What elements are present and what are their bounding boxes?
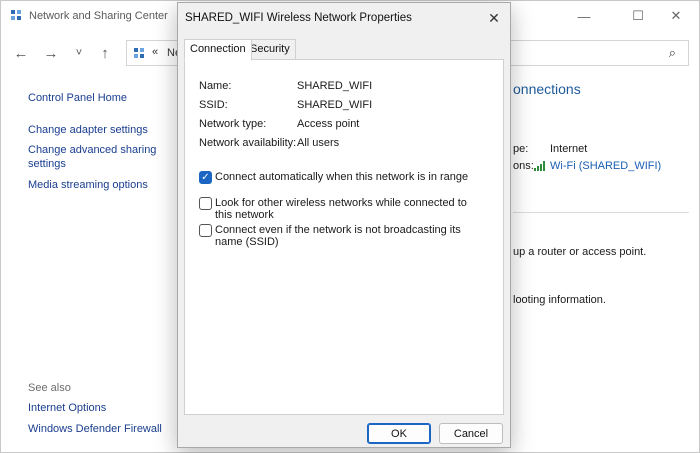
troubleshoot-text[interactable]: looting information. [513,294,606,306]
close-icon: ✕ [670,8,682,23]
tab-security[interactable]: Security [244,39,296,60]
arrow-up-icon: ↑ [101,44,109,62]
ssid-label: SSID: [199,99,228,111]
connect-even-if-hidden-label: Connect even if the network is not broad… [215,224,461,248]
network-icon [11,10,21,20]
breadcrumb-overflow-icon[interactable]: « [152,46,158,58]
name-value: SHARED_WIFI [297,80,373,92]
network-icon [134,48,144,58]
access-type-value: Internet [550,143,588,155]
see-also-heading: See also [28,382,71,394]
connect-automatically-checkbox[interactable]: ✓ [199,171,212,184]
name-label: Name: [199,80,232,92]
connection-tab-panel: Name: SHARED_WIFI SSID: SHARED_WIFI Netw… [184,59,504,415]
connections-label: ons: [513,160,534,172]
access-type-label: pe: [513,143,529,155]
divider [513,212,689,213]
defender-firewall-link[interactable]: Windows Defender Firewall [28,422,162,436]
minimize-icon: — [577,8,591,24]
wifi-connection-link[interactable]: Wi-Fi (SHARED_WIFI) [550,160,661,172]
arrow-left-icon: ← [13,44,29,62]
dialog-title: SHARED_WIFI Wireless Network Properties [185,12,412,24]
network-type-value: Access point [297,118,360,130]
internet-options-link[interactable]: Internet Options [28,401,106,415]
wireless-properties-dialog: SHARED_WIFI Wireless Network Properties … [177,2,511,448]
arrow-right-icon: → [43,44,59,62]
change-advanced-sharing-link[interactable]: Change advanced sharing [28,143,156,157]
wifi-signal-icon [534,161,545,171]
active-networks-heading: onnections [513,81,581,97]
up-button[interactable]: ↑ [93,41,117,65]
control-panel-home-link[interactable]: Control Panel Home [28,91,127,105]
setup-router-text[interactable]: up a router or access point. [513,246,646,258]
window-title: Network and Sharing Center [29,10,168,22]
close-button[interactable]: ✕ [653,1,699,31]
network-availability-value: All users [297,137,340,149]
change-advanced-sharing-link-line2[interactable]: settings [28,157,66,171]
dialog-close-button[interactable]: ✕ [478,3,510,33]
back-button[interactable]: ← [9,41,33,65]
search-icon[interactable]: ⌕ [669,45,676,61]
recent-locations-button[interactable]: ˅ [67,41,91,65]
media-streaming-options-link[interactable]: Media streaming options [28,178,148,192]
maximize-icon: ☐ [632,8,644,23]
ok-button[interactable]: OK [367,423,431,444]
connect-automatically-label: Connect automatically when this network … [215,171,469,183]
forward-button[interactable]: → [39,41,63,65]
minimize-button[interactable]: — [561,1,607,31]
change-adapter-settings-link[interactable]: Change adapter settings [28,123,148,137]
look-for-other-networks-label: Look for other wireless networks while c… [215,197,467,221]
network-type-label: Network type: [199,118,267,130]
network-availability-label: Network availability: [199,137,297,149]
cancel-button[interactable]: Cancel [439,423,503,444]
look-for-other-networks-checkbox[interactable] [199,197,212,210]
chevron-down-icon: ˅ [75,47,83,59]
tab-connection[interactable]: Connection [184,39,252,61]
connect-even-if-hidden-checkbox[interactable] [199,224,212,237]
ssid-value: SHARED_WIFI [297,99,373,111]
close-icon: ✕ [488,9,500,26]
